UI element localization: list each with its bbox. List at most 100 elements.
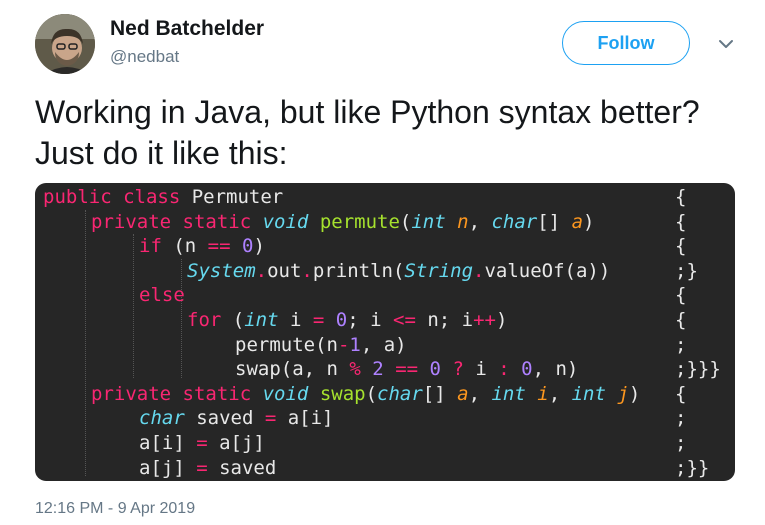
- author-name[interactable]: Ned Batchelder: [110, 17, 264, 41]
- code-line-terminator: ;: [675, 432, 687, 454]
- code-token: if: [139, 235, 162, 258]
- code-token: saved: [207, 456, 277, 479]
- code-line-terminator: {: [675, 382, 687, 405]
- avatar[interactable]: [35, 14, 95, 74]
- code-line-terminator: ;}}: [675, 456, 710, 479]
- code-token: n; i: [415, 309, 474, 331]
- code-token: i: [537, 382, 549, 405]
- code-token: else: [139, 284, 185, 307]
- code-token: a[j]: [207, 432, 265, 454]
- tweet-timestamp[interactable]: 12:16 PM - 9 Apr 2019: [35, 500, 195, 518]
- code-token: ,: [468, 382, 492, 405]
- code-token: void: [262, 382, 309, 405]
- code-line-terminator: {: [675, 186, 687, 208]
- code-token: a: [571, 210, 584, 233]
- code-token: ==: [207, 235, 231, 258]
- code-line-terminator: {: [675, 284, 687, 307]
- code-line: else: [139, 283, 185, 307]
- code-token: a[i]: [276, 407, 334, 430]
- code-token: println(: [312, 259, 405, 282]
- code-line: a[j] = saved: [139, 456, 276, 480]
- code-token: (: [399, 210, 412, 233]
- code-token: private static: [91, 382, 263, 405]
- code-line: for (int i = 0; i <= n; i++): [187, 308, 507, 332]
- code-line: char saved = a[i]: [139, 406, 334, 430]
- code-token: for: [187, 309, 222, 331]
- code-token: 1: [349, 333, 361, 356]
- code-token: ?: [452, 358, 464, 381]
- code-line: permute(n-1, a): [235, 333, 407, 357]
- code-token: int: [411, 210, 446, 233]
- code-token: ,: [548, 382, 572, 405]
- code-token: 0: [429, 358, 441, 381]
- code-token: []: [537, 210, 572, 233]
- code-token: ): [583, 210, 595, 233]
- code-token: swap: [319, 382, 366, 405]
- code-token: a[j]: [139, 456, 197, 479]
- code-token: (: [221, 309, 245, 331]
- code-token: a: [457, 382, 469, 405]
- code-line: private static void swap(char[] a, int i…: [91, 382, 640, 406]
- code-line: public class Permuter: [43, 185, 283, 209]
- code-line-terminator: ;}}}: [675, 358, 721, 381]
- code-line: private static void permute(int n, char[…: [91, 210, 594, 234]
- code-token: permute(n: [235, 333, 338, 356]
- code-token: int: [571, 382, 606, 405]
- code-token: n: [457, 210, 469, 233]
- chevron-down-icon[interactable]: [716, 34, 736, 54]
- code-token: ; i: [347, 309, 393, 331]
- code-line-terminator: {: [675, 210, 687, 233]
- code-token: <=: [393, 309, 416, 331]
- code-token: ): [628, 382, 641, 405]
- code-token: a[i]: [139, 432, 197, 454]
- code-token: .: [301, 259, 313, 282]
- code-token: 0: [521, 358, 533, 381]
- code-token: ,: [468, 210, 492, 233]
- code-token: permute: [319, 210, 400, 233]
- code-token: valueOf(a)): [484, 259, 611, 282]
- code-token: char: [491, 210, 538, 233]
- code-token: =: [196, 456, 208, 479]
- code-token: private static: [91, 210, 263, 233]
- code-token: :: [498, 358, 510, 381]
- code-token: out: [267, 259, 302, 282]
- code-token: (n: [161, 235, 208, 258]
- code-token: (: [365, 382, 378, 405]
- code-token: 0: [242, 235, 254, 258]
- code-line-terminator: ;}: [675, 259, 698, 282]
- code-screenshot[interactable]: public class Permuter { private static voi…: [35, 183, 735, 481]
- indent-guide: [85, 209, 86, 477]
- code-line: a[i] = a[j]: [139, 431, 265, 455]
- code-token: 0: [335, 309, 348, 331]
- code-token: ): [495, 309, 508, 331]
- author-handle[interactable]: @nedbat: [110, 47, 179, 67]
- code-token: System: [187, 259, 256, 282]
- code-token: .: [473, 259, 485, 282]
- code-token: []: [422, 382, 458, 405]
- code-token: swap(a, n: [235, 358, 350, 381]
- code-token: ++: [473, 309, 496, 331]
- code-line: swap(a, n % 2 == 0 ? i : 0, n): [235, 357, 578, 381]
- code-line-terminator: {: [675, 235, 687, 258]
- code-token: ): [253, 235, 265, 258]
- follow-button[interactable]: Follow: [562, 21, 690, 65]
- code-token: int: [244, 309, 279, 331]
- code-line-terminator: ;: [675, 333, 687, 356]
- code-token: saved: [184, 407, 265, 430]
- code-line-terminator: {: [675, 309, 687, 331]
- code-token: i: [463, 358, 499, 381]
- code-token: , a): [360, 333, 407, 356]
- code-token: j: [617, 382, 629, 405]
- code-token: char: [139, 407, 185, 430]
